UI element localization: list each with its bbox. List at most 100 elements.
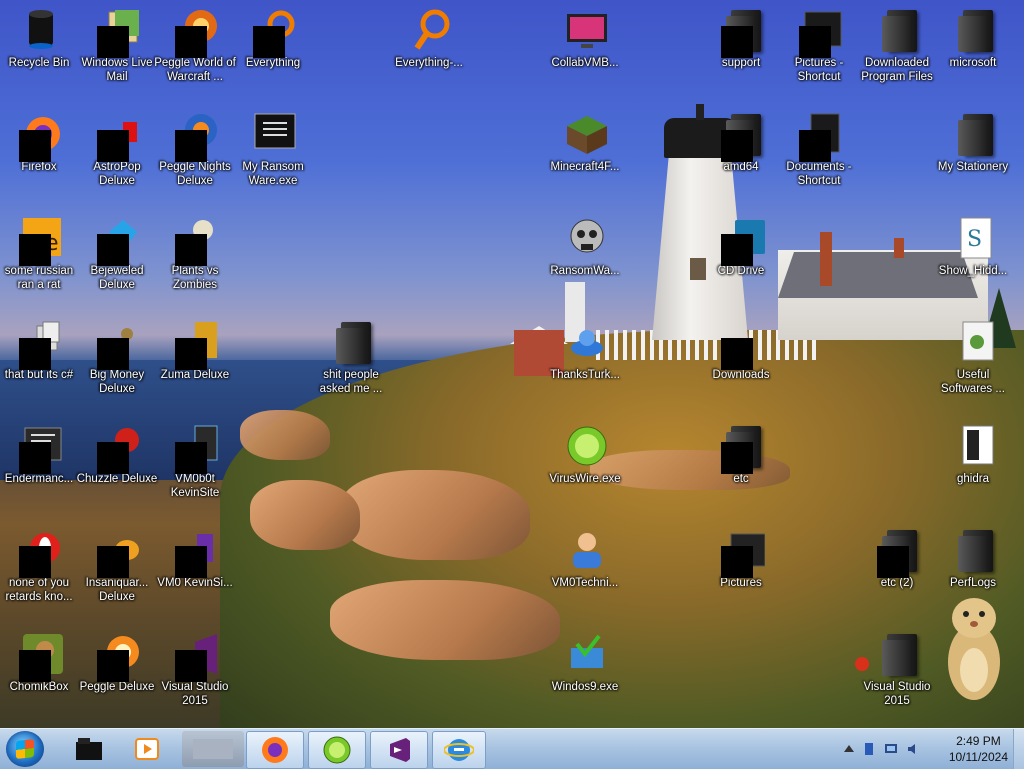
desktop-icon-viruswire[interactable]: VirusWire.exe	[542, 416, 628, 486]
software-folder-icon	[962, 321, 994, 361]
desktop-icon-insaniquarium[interactable]: Insaniquar... Deluxe	[74, 520, 160, 604]
redaction-box	[19, 546, 51, 578]
icon-label: Peggle Deluxe	[79, 681, 155, 693]
folder-icon	[882, 634, 917, 676]
desktop-icon-etc-2[interactable]: etc (2)	[854, 520, 940, 590]
desktop-icon-show-hidd[interactable]: S Show_Hidd...	[930, 208, 1016, 278]
desktop-icon-everything[interactable]: Everything	[230, 0, 316, 70]
desktop-icon-bejeweled[interactable]: Bejeweled Deluxe	[74, 208, 160, 292]
desktop-icon-vm0techni[interactable]: VM0Techni...	[542, 520, 628, 590]
desktop-icon-peggle-wow[interactable]: Peggle World of Warcraft ...	[152, 0, 238, 84]
icon-label: VM0 KevinSi...	[157, 577, 233, 589]
taskbar-item-media[interactable]	[124, 731, 170, 767]
taskbar-item-internet-explorer[interactable]	[432, 731, 486, 769]
search-magnifier-icon	[414, 9, 450, 50]
desktop-icon-peggle-deluxe[interactable]: Peggle Deluxe	[74, 624, 160, 694]
desktop-icon-pictures-shortcut[interactable]: Pictures - Shortcut	[776, 0, 862, 84]
desktop-icon-zuma-deluxe[interactable]: Zuma Deluxe	[152, 312, 238, 382]
terminal-icon	[254, 113, 296, 149]
wallpaper-chimney	[894, 238, 904, 258]
desktop-icon-microsoft[interactable]: microsoft	[930, 0, 1016, 70]
desktop-icon-perflogs[interactable]: PerfLogs	[930, 520, 1016, 590]
ghidra-folder-icon	[962, 425, 994, 465]
desktop-icon-vm0b0t-kevinsite[interactable]: VM0b0t KevinSite	[152, 416, 238, 500]
desktop-icon-my-stationery[interactable]: My Stationery	[930, 104, 1016, 174]
desktop-icon-useful-softwares[interactable]: Useful Softwares ...	[930, 312, 1016, 396]
icon-label: Windos9.exe	[551, 681, 619, 693]
desktop-icon-some-russian[interactable]: e some russian ran a rat	[0, 208, 82, 292]
desktop-icon-ransomwa[interactable]: RansomWa...	[542, 208, 628, 278]
desktop-icon-visual-studio-2015[interactable]: Visual Studio 2015	[152, 624, 238, 708]
desktop-icon-minecraft[interactable]: Minecraft4F...	[542, 104, 628, 174]
desktop-icon-firefox[interactable]: Firefox	[0, 104, 82, 174]
desktop-icon-documents-shortcut[interactable]: Documents - Shortcut	[776, 104, 862, 188]
svg-text:S: S	[967, 227, 982, 252]
desktop-icon-support[interactable]: support	[698, 0, 784, 70]
clock-time: 2:49 PM	[956, 734, 1001, 748]
redaction-box	[175, 234, 207, 266]
redaction-box	[175, 546, 207, 578]
taskbar-item-explorer[interactable]	[66, 731, 112, 767]
clock[interactable]: 2:49 PM 10/11/2024	[949, 733, 1008, 765]
desktop-icon-thanksturk[interactable]: ThanksTurk...	[542, 312, 628, 382]
redaction-box	[97, 650, 129, 682]
desktop-icon-downloads[interactable]: Downloads	[698, 312, 784, 382]
redaction-box	[877, 546, 909, 578]
desktop-icon-my-ransom-ware[interactable]: My Ransom Ware.exe	[230, 104, 316, 188]
desktop-icon-downloaded-program-files[interactable]: Downloaded Program Files	[854, 0, 940, 84]
desktop-icon-astropop[interactable]: AstroPop Deluxe	[74, 104, 160, 188]
action-center-flag-icon[interactable]	[862, 742, 876, 756]
desktop-icon-none-of-you[interactable]: none of you retards kno...	[0, 520, 82, 604]
start-button[interactable]	[6, 731, 44, 767]
desktop-icon-amd64[interactable]: amd64	[698, 104, 784, 174]
desktop-icon-cd-drive[interactable]: CD Drive	[698, 208, 784, 278]
desktop-icon-that-but-its-c[interactable]: that but its c#	[0, 312, 82, 382]
icon-label: Documents - Shortcut	[786, 161, 852, 187]
icon-label: Endermanc...	[4, 473, 74, 485]
desktop-icon-endermanc[interactable]: Endermanc...	[0, 416, 82, 486]
desktop-icon-pictures[interactable]: Pictures	[698, 520, 784, 590]
desktop-icon-vm0-kevinsi[interactable]: VM0 KevinSi...	[152, 520, 238, 590]
icon-label: ChomikBox	[9, 681, 69, 693]
show-desktop-button[interactable]	[1013, 729, 1024, 769]
redaction-box	[721, 26, 753, 58]
icon-label: Big Money Deluxe	[89, 369, 145, 395]
desktop-icon-etc[interactable]: etc	[698, 416, 784, 486]
wallpaper-chimney	[820, 232, 832, 286]
volume-icon[interactable]	[906, 742, 920, 756]
desktop-icon-recycle-bin[interactable]: Recycle Bin	[0, 0, 82, 70]
icon-label: ThanksTurk...	[550, 369, 620, 381]
recycle-bin-icon	[29, 10, 53, 49]
taskbar-item-visual-studio[interactable]	[370, 731, 428, 769]
show-hidden-icons-icon[interactable]	[842, 742, 856, 756]
desktop-icon-big-money[interactable]: Big Money Deluxe	[74, 312, 160, 396]
icon-label: Everything	[245, 57, 301, 69]
taskbar-item-lime[interactable]	[308, 731, 366, 769]
desktop-icon-peggle-nights[interactable]: Peggle Nights Deluxe	[152, 104, 238, 188]
taskbar-item-firefox[interactable]	[246, 731, 304, 769]
desktop[interactable]: Recycle Bin Firefox e some russian ran a…	[0, 0, 1024, 728]
desktop-icon-ghidra[interactable]: ghidra	[930, 416, 1016, 486]
icon-label: VM0b0t KevinSite	[170, 473, 220, 499]
desktop-icon-windows-live-mail[interactable]: Windows Live Mail	[74, 0, 160, 84]
desktop-icon-shit-people[interactable]: shit people asked me ...	[308, 312, 394, 396]
network-icon[interactable]	[884, 742, 898, 756]
taskbar-item-blank[interactable]	[182, 731, 244, 767]
redaction-box	[175, 130, 207, 162]
lime-icon	[323, 736, 351, 764]
desktop-icon-plants-vs-zombies[interactable]: Plants vs Zombies	[152, 208, 238, 292]
desktop-icon-collabvmb[interactable]: CollabVMB...	[542, 0, 628, 70]
icon-label: VM0Techni...	[551, 577, 619, 589]
icon-label: My Stationery	[937, 161, 1009, 173]
redaction-box	[721, 442, 753, 474]
desktop-icon-chomikbox[interactable]: ChomikBox	[0, 624, 82, 694]
redaction-box	[799, 26, 831, 58]
icon-label: Peggle World of Warcraft ...	[154, 57, 236, 83]
redaction-box	[799, 130, 831, 162]
desktop-icon-chuzzle[interactable]: Chuzzle Deluxe	[74, 416, 160, 486]
icon-label: CD Drive	[717, 265, 765, 277]
desktop-icon-windos9[interactable]: Windos9.exe	[542, 624, 628, 694]
icon-label: etc (2)	[880, 577, 914, 589]
desktop-icon-everything-2[interactable]: Everything-...	[386, 0, 472, 70]
folder-icon	[76, 738, 102, 760]
